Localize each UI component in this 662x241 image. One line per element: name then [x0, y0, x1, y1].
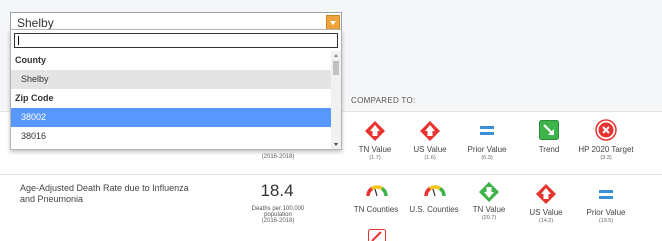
indicator-title[interactable]: Age-Adjusted Death Rate due to Influenza…	[20, 183, 205, 205]
indicator-unit: Deaths per 100,000 population	[251, 206, 305, 218]
dropdown-group-county: County	[15, 55, 46, 65]
divider	[0, 174, 662, 175]
compared-to-label: COMPARED TO:	[351, 96, 416, 105]
row1-date-range: (2016-2018)	[261, 154, 295, 160]
blue-equals-icon	[480, 126, 494, 135]
red-up-diamond-icon	[536, 184, 556, 204]
red-up-diamond-icon	[420, 121, 440, 141]
dropdown-scrollbar[interactable]	[331, 51, 341, 149]
location-dropdown: County Shelby Zip Code 38002 38016 38017	[10, 29, 342, 150]
row2-comparison-label: Prior Value	[586, 208, 626, 217]
gauge-icon	[366, 185, 388, 197]
indicator-value: 18.4	[260, 181, 294, 200]
row2-comparison-value: (19.5)	[598, 218, 614, 224]
location-select-value: Shelby	[17, 16, 54, 30]
dropdown-option-38016[interactable]: 38016	[11, 127, 331, 146]
dropdown-list: County Shelby Zip Code 38002 38016 38017	[11, 51, 331, 149]
dropdown-search-input[interactable]	[14, 33, 338, 48]
dropdown-option-shelby[interactable]: Shelby	[11, 70, 331, 89]
gauge-icon	[424, 185, 446, 197]
red-trend-up-icon	[368, 229, 386, 241]
blue-equals-icon	[599, 190, 613, 199]
scrollbar-thumb[interactable]	[333, 61, 339, 75]
row1-comparison-value: (6.3)	[481, 155, 493, 161]
red-up-diamond-icon	[365, 121, 385, 141]
dropdown-option-38017[interactable]: 38017	[11, 146, 331, 149]
green-down-diamond-icon	[479, 182, 499, 202]
green-trend-down-icon	[539, 120, 559, 140]
red-x-circle-icon	[595, 119, 617, 141]
row2-date-range: (2016-2018)	[261, 218, 295, 224]
dropdown-group-zip-code: Zip Code	[15, 93, 54, 103]
row1-comparison-label: HP 2020 Target	[578, 145, 634, 154]
dropdown-option-38002[interactable]: 38002	[11, 108, 331, 127]
row1-comparison-value: (3.3)	[600, 155, 612, 161]
